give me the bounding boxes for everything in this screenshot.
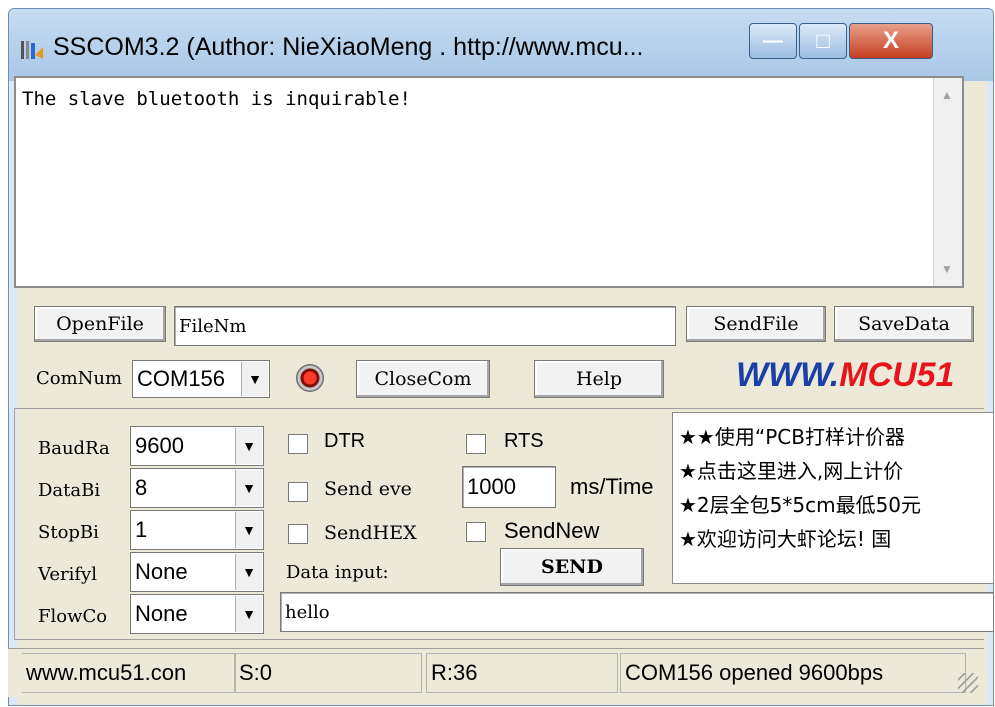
send-button[interactable]: SEND [500,548,644,586]
databits-value: 8 [135,475,148,500]
ad-line-4[interactable]: ★欢迎访问大虾论坛! 国 [679,523,891,552]
dtr-checkbox[interactable] [288,434,308,454]
send-hex-checkbox[interactable] [288,524,308,544]
dtr-label: DTR [324,430,366,452]
send-hex-label: SendHEX [324,522,417,544]
minimize-button[interactable]: — [749,23,797,59]
chevron-down-icon[interactable]: ▼ [235,596,262,632]
port-status-led-icon [296,364,324,392]
send-file-button[interactable]: SendFile [686,306,826,342]
maximize-icon: □ [816,28,830,53]
baud-select[interactable]: 9600 ▼ [130,426,264,466]
close-button[interactable]: X [849,23,933,59]
comnum-label: ComNum [36,368,123,389]
received-text: The slave bluetooth is inquirable! [22,88,411,110]
vertical-scrollbar[interactable]: ▲ ▼ [933,78,962,286]
status-bar: www.mcu51.con S:0 R:36 COM156 opened 960… [8,648,984,697]
baud-value: 9600 [135,433,184,458]
data-input-field[interactable]: hello [280,592,994,632]
interval-input[interactable]: 1000 [462,466,556,508]
send-new-checkbox[interactable] [466,522,486,542]
databits-label: DataBi [38,480,101,501]
send-new-label: SendNew [504,518,600,543]
close-com-button[interactable]: CloseCom [356,360,490,398]
rts-label: RTS [504,430,544,452]
stopbits-select[interactable]: 1 ▼ [130,510,264,550]
chevron-down-icon[interactable]: ▼ [235,512,262,548]
data-input-label: Data input: [286,562,389,583]
window-title: SSCOM3.2 (Author: NieXiaoMeng . http://w… [53,33,644,61]
ad-line-2[interactable]: ★点击这里进入,网上计价 [679,455,903,484]
status-port-state: COM156 opened 9600bps [620,653,966,693]
comnum-select[interactable]: COM156 ▼ [132,360,270,398]
save-data-button[interactable]: SaveData [834,306,974,342]
filename-input[interactable]: FileNm [174,306,676,346]
banner-mcu51: MCU51 [839,356,955,394]
ad-line-3[interactable]: ★2层全包5*5cm最低50元 [679,489,921,518]
flow-value: None [135,601,188,626]
baud-label: BaudRa [38,438,110,459]
flow-select[interactable]: None ▼ [130,594,264,634]
verify-select[interactable]: None ▼ [130,552,264,592]
receive-text-area[interactable]: The slave bluetooth is inquirable! ▲ ▼ [14,76,964,288]
scroll-up-icon[interactable]: ▲ [941,88,953,102]
send-every-label: Send eve [324,478,412,500]
rts-checkbox[interactable] [466,434,486,454]
verify-value: None [135,559,188,584]
status-received-count: R:36 [426,653,618,693]
chevron-down-icon[interactable]: ▼ [241,362,268,396]
send-every-checkbox[interactable] [288,482,308,502]
title-bar[interactable]: SSCOM3.2 (Author: NieXiaoMeng . http://w… [9,9,993,81]
maximize-button[interactable]: □ [799,23,847,59]
close-icon: X [882,27,899,54]
chevron-down-icon[interactable]: ▼ [235,428,262,464]
comnum-value: COM156 [137,366,226,391]
status-url[interactable]: www.mcu51.con [22,653,236,693]
status-sent-count: S:0 [234,653,422,693]
open-file-button[interactable]: OpenFile [34,306,166,342]
resize-grip-icon[interactable] [958,673,978,693]
minimize-icon: — [763,29,783,52]
ad-panel[interactable]: ★★使用“PCB打样计价器 ★点击这里进入,网上计价 ★2层全包5*5cm最低5… [672,412,994,584]
chevron-down-icon[interactable]: ▼ [235,470,262,506]
sscom-app-icon [21,41,43,59]
help-button[interactable]: Help [534,360,664,398]
flow-label: FlowCo [38,606,108,627]
stopbits-label: StopBi [38,522,99,543]
chevron-down-icon[interactable]: ▼ [235,554,262,590]
interval-unit-label: ms/Time [570,474,654,499]
ad-line-1[interactable]: ★★使用“PCB打样计价器 [679,421,905,450]
stopbits-value: 1 [135,517,148,542]
databits-select[interactable]: 8 ▼ [130,468,264,508]
banner-www: WWW. [736,356,840,394]
scroll-down-icon[interactable]: ▼ [941,262,953,276]
verify-label: Verifyl [38,564,97,585]
mcu51-banner-logo[interactable]: WWW.MCU51 [736,356,954,395]
